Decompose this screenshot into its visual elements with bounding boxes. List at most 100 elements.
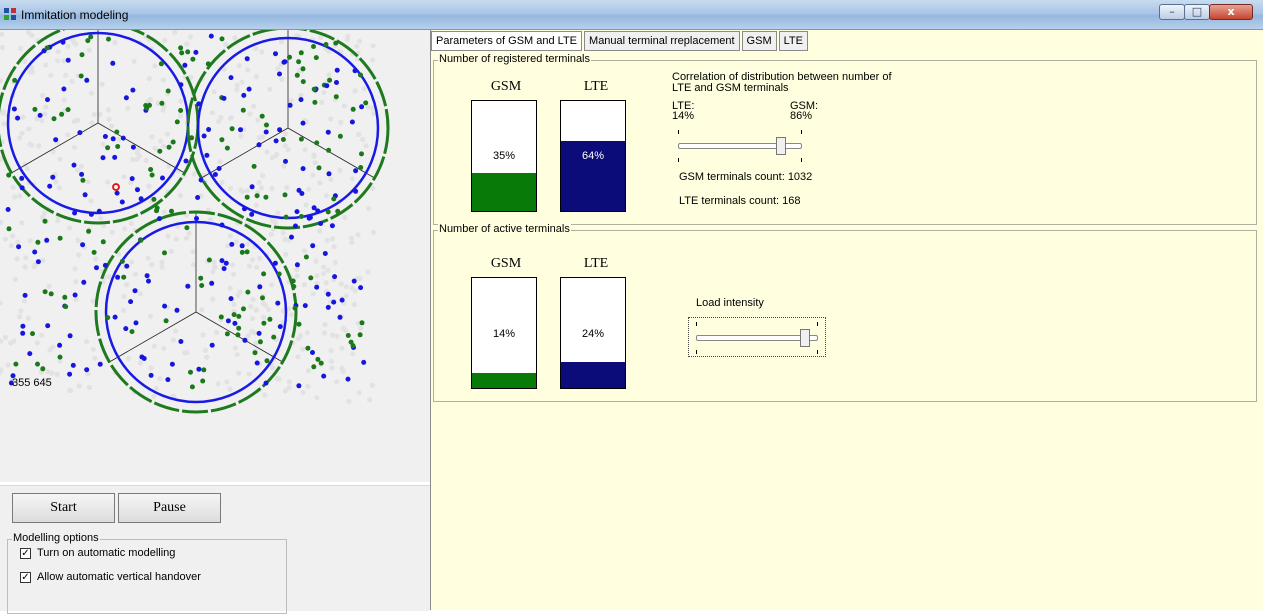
simulation-canvas[interactable]: 355 645 (0, 30, 430, 482)
lte-terminal (310, 350, 315, 355)
idle-terminal (162, 37, 168, 43)
gsm-terminal (148, 167, 154, 172)
lte-terminal (198, 177, 204, 183)
tab-parameters[interactable]: Parameters of GSM and LTE (431, 31, 583, 51)
correlation-title: Correlation of distribution between numb… (672, 71, 892, 94)
start-button[interactable]: Start (12, 493, 115, 523)
registered-gsm-percent: 35% (492, 150, 516, 162)
lte-terminal (219, 258, 225, 264)
tab-manual-replacement[interactable]: Manual terminal rreplacement (584, 31, 740, 51)
idle-terminal (148, 365, 154, 371)
lte-terminal (293, 223, 298, 229)
close-button[interactable]: x (1209, 4, 1253, 20)
gsm-terminal (42, 289, 48, 295)
idle-terminal (250, 315, 256, 322)
idle-terminal (153, 385, 159, 391)
idle-terminal (137, 291, 143, 297)
idle-terminal (125, 105, 131, 111)
lte-terminal (96, 208, 102, 214)
network-map[interactable] (0, 30, 430, 482)
idle-terminal (361, 86, 367, 92)
gsm-terminal (313, 55, 319, 61)
gsm-terminal (239, 249, 245, 255)
idle-terminal (146, 183, 152, 189)
idle-terminal (46, 283, 52, 290)
idle-terminal (145, 255, 151, 261)
vertical-handover-option[interactable]: ✓ Allow automatic vertical handover (20, 571, 201, 583)
idle-terminal (317, 180, 323, 186)
idle-terminal (109, 229, 115, 235)
selected-terminal (112, 183, 120, 191)
lte-terminal (44, 237, 50, 243)
lte-terminal (300, 166, 306, 172)
lte-terminal (19, 185, 25, 191)
lte-terminal (352, 68, 358, 74)
idle-terminal (227, 185, 234, 191)
gsm-terminal (287, 54, 292, 60)
load-slider-thumb[interactable] (800, 329, 810, 347)
idle-terminal (23, 255, 29, 261)
idle-terminal (184, 41, 190, 47)
idle-terminal (88, 90, 95, 96)
pause-button[interactable]: Pause (118, 493, 221, 523)
idle-terminal (351, 302, 357, 308)
gsm-terminal (35, 361, 40, 367)
lte-terminal (141, 356, 147, 361)
active-gsm-label: GSM (490, 256, 522, 271)
lte-terminal (322, 251, 328, 256)
idle-terminal (26, 126, 32, 132)
lte-terminal (20, 323, 26, 329)
gsm-terminal (80, 177, 86, 183)
lte-terminal (296, 383, 302, 389)
idle-terminal (365, 269, 371, 275)
gsm-terminal (149, 172, 155, 178)
gsm-terminal (315, 356, 321, 362)
idle-terminal (108, 123, 115, 129)
lte-terminal (277, 324, 283, 330)
gsm-terminal (261, 271, 267, 277)
left-pane: 355 645 Start Pause Modelling options ✓ … (0, 30, 430, 614)
gsm-terminal (219, 36, 225, 42)
idle-terminal (357, 38, 363, 44)
tab-gsm[interactable]: GSM (741, 31, 777, 51)
lte-terminal (228, 296, 234, 302)
vertical-handover-checkbox[interactable]: ✓ (20, 571, 31, 583)
maximize-button[interactable]: □ (1184, 4, 1210, 20)
idle-terminal (187, 34, 194, 40)
lte-terminal (174, 307, 180, 313)
load-intensity-slider[interactable] (696, 322, 818, 354)
gsm-terminal (115, 144, 121, 149)
idle-terminal (267, 86, 273, 92)
idle-terminal (300, 389, 306, 396)
idle-terminal (55, 58, 61, 64)
lte-terminal (114, 190, 120, 196)
idle-terminal (73, 279, 79, 285)
idle-terminal (340, 368, 346, 374)
lte-terminal (169, 361, 175, 367)
auto-modelling-option[interactable]: ✓ Turn on automatic modelling (20, 547, 175, 559)
lte-terminal (97, 361, 103, 367)
lte-terminal (185, 283, 191, 289)
gsm-terminal (326, 147, 332, 153)
lte-terminal (324, 83, 330, 89)
idle-terminal (338, 281, 344, 287)
tab-lte[interactable]: LTE (778, 31, 808, 51)
gsm-terminal (311, 364, 317, 370)
gsm-terminal (294, 72, 300, 78)
active-gsm-percent: 14% (492, 328, 516, 340)
lte-terminal (72, 292, 78, 298)
gsm-terminal (184, 225, 190, 231)
idle-terminal (42, 111, 48, 117)
auto-modelling-checkbox[interactable]: ✓ (20, 547, 31, 559)
correlation-slider[interactable] (678, 130, 802, 167)
active-lte-percent: 24% (581, 328, 605, 340)
lte-terminal (60, 39, 66, 45)
idle-terminal (10, 233, 16, 239)
idle-terminal (0, 78, 4, 84)
idle-terminal (283, 251, 289, 257)
idle-terminal (274, 151, 280, 157)
idle-terminal (72, 266, 78, 272)
minimize-button[interactable]: – (1159, 4, 1185, 20)
correlation-slider-thumb[interactable] (776, 137, 786, 155)
gsm-terminal (35, 239, 41, 245)
